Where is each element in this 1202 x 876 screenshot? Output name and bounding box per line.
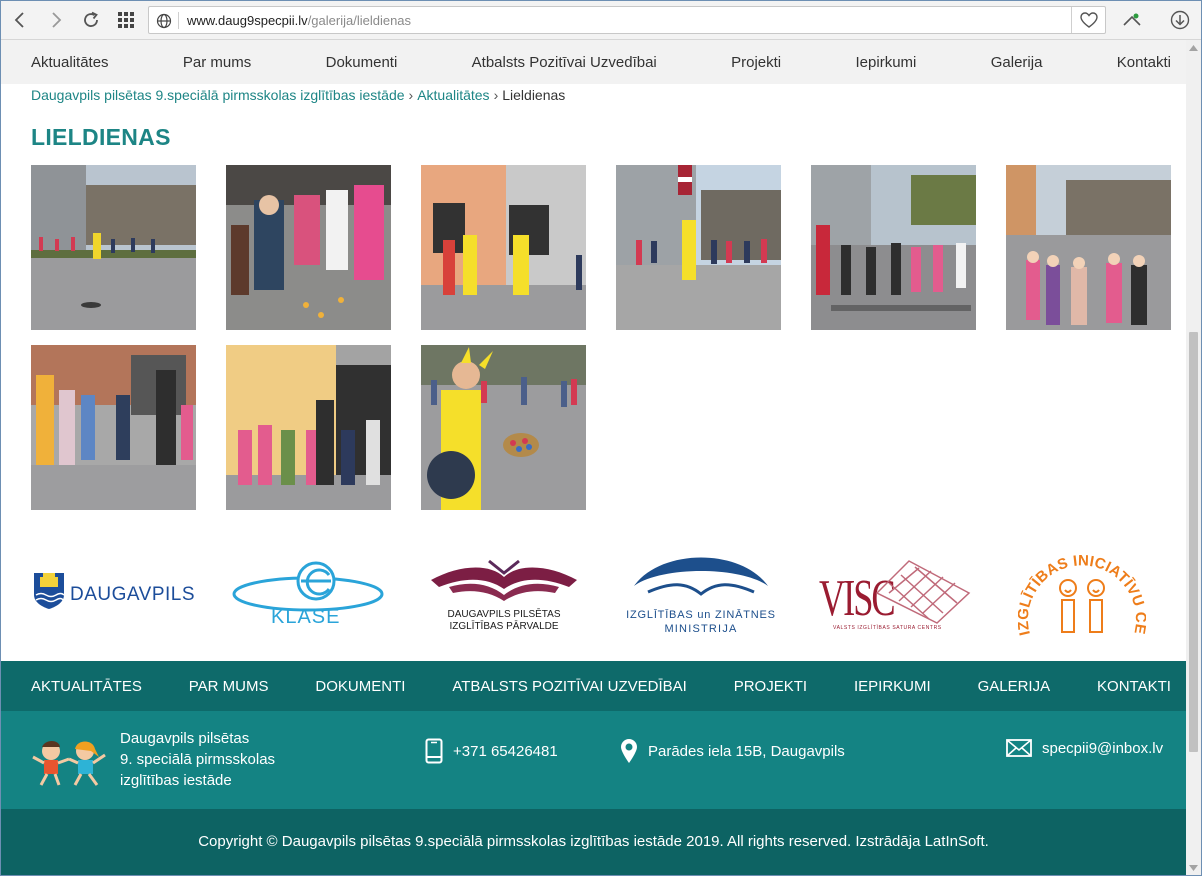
footer-nav-kontakti[interactable]: KONTAKTI bbox=[1097, 678, 1171, 695]
school-name-line: 9. speciālā pirmsskolas bbox=[120, 751, 276, 768]
footer-nav-par-mums[interactable]: PAR MUMS bbox=[189, 678, 269, 695]
breadcrumb-section-link[interactable]: Aktualitātes bbox=[417, 87, 489, 103]
url-path: /galerija/lieldienas bbox=[307, 13, 412, 28]
school-name-line: izglītības iestāde bbox=[120, 772, 232, 789]
gallery-photo-3[interactable] bbox=[421, 165, 586, 330]
footer-nav-atbalsts[interactable]: ATBALSTS POZITĪVAI UZVEDĪBAI bbox=[452, 678, 687, 695]
footer-navigation: AKTUALITĀTES PAR MUMS DOKUMENTI ATBALSTS… bbox=[1, 661, 1186, 711]
download-icon[interactable] bbox=[1166, 6, 1194, 34]
nav-item-kontakti[interactable]: Kontakti bbox=[1117, 54, 1171, 71]
back-arrow-icon[interactable] bbox=[6, 6, 34, 34]
nav-item-iepirkumi[interactable]: Iepirkumi bbox=[856, 54, 917, 71]
breadcrumb-separator: › bbox=[408, 87, 414, 103]
url-host: www.daug9specpii.lv bbox=[187, 13, 308, 28]
nav-item-projekti[interactable]: Projekti bbox=[731, 54, 781, 71]
footer-address[interactable]: Parādes iela 15B, Daugavpils bbox=[620, 738, 845, 764]
footer-nav-galerija[interactable]: GALERIJA bbox=[978, 678, 1051, 695]
vpn-icon[interactable] bbox=[1118, 6, 1146, 34]
speed-dial-grid-icon[interactable] bbox=[112, 6, 140, 34]
footer-nav-dokumenti[interactable]: DOKUMENTI bbox=[315, 678, 405, 695]
gallery-photo-4[interactable] bbox=[616, 165, 781, 330]
nav-item-aktualitates[interactable]: Aktualitātes bbox=[31, 54, 109, 71]
visc-logo[interactable]: VISC VALSTS IZGLĪTĪBAS SATURA CENTRS bbox=[819, 553, 971, 638]
gallery-photo-7[interactable] bbox=[31, 345, 196, 510]
scroll-down-icon[interactable] bbox=[1186, 860, 1201, 875]
footer-info: Daugavpils pilsētas 9. speciālā pirmssko… bbox=[1, 711, 1186, 809]
web-page: Aktualitātes Par mums Dokumenti Atbalsts… bbox=[1, 40, 1186, 875]
map-pin-icon bbox=[621, 739, 637, 763]
scroll-up-icon[interactable] bbox=[1186, 40, 1201, 55]
footer-email[interactable]: specpii9@inbox.lv bbox=[1006, 738, 1163, 758]
email-address: specpii9@inbox.lv bbox=[1042, 739, 1164, 757]
klase-logo[interactable]: KLASE bbox=[231, 557, 386, 632]
breadcrumb-current: Lieldienas bbox=[502, 87, 566, 103]
page-title: LIELDIENAS bbox=[31, 124, 171, 150]
gallery-photo-8[interactable] bbox=[226, 345, 391, 510]
envelope-icon bbox=[1006, 739, 1032, 757]
izglitibas-parvalde-logo[interactable]: DAUGAVPILS PILSĒTAS IZGLĪTĪBAS PĀRVALDE bbox=[429, 555, 579, 640]
heart-icon[interactable] bbox=[1071, 7, 1105, 33]
visc-logo-subtext: VALSTS IZGLĪTĪBAS SATURA CENTRS bbox=[833, 624, 942, 631]
kids-mascot-logo bbox=[31, 739, 107, 792]
footer-nav-iepirkumi[interactable]: IEPIRKUMI bbox=[854, 678, 931, 695]
globe-icon bbox=[156, 13, 172, 29]
breadcrumb: Daugavpils pilsētas 9.speciālā pirmsskol… bbox=[31, 87, 565, 103]
ministrija-logo-line2: MINISTRIJA bbox=[664, 623, 737, 635]
nav-item-galerija[interactable]: Galerija bbox=[991, 54, 1043, 71]
ministrija-logo[interactable]: IZGLĪTĪBAS un ZINĀTNES MINISTRIJA bbox=[626, 548, 776, 643]
gallery-photo-2[interactable] bbox=[226, 165, 391, 330]
breadcrumb-separator: › bbox=[493, 87, 499, 103]
gallery-photo-5[interactable] bbox=[811, 165, 976, 330]
iniciativu-centrs-logo[interactable]: IZGLĪTĪBAS INICIATĪVU CENTRS bbox=[1012, 529, 1148, 662]
daugavpils-logo-text: DAUGAVPILS bbox=[70, 584, 195, 605]
footer-school-name: Daugavpils pilsētas 9. speciālā pirmssko… bbox=[120, 728, 275, 791]
footer-nav-aktualitates[interactable]: AKTUALITĀTES bbox=[31, 678, 142, 695]
phone-number: +371 65426481 bbox=[453, 742, 558, 760]
scrollbar-thumb[interactable] bbox=[1189, 332, 1198, 752]
nav-item-dokumenti[interactable]: Dokumenti bbox=[326, 54, 398, 71]
reload-icon[interactable] bbox=[77, 6, 105, 34]
top-navigation: Aktualitātes Par mums Dokumenti Atbalsts… bbox=[1, 40, 1186, 84]
browser-toolbar: www.daug9specpii.lv/galerija/lieldienas bbox=[0, 0, 1202, 40]
iniciativu-logo-text: IZGLĪTĪBAS INICIATĪVU CENTRS bbox=[1012, 529, 1148, 637]
breadcrumb-home-link[interactable]: Daugavpils pilsētas 9.speciālā pirmsskol… bbox=[31, 87, 405, 103]
address-text: Parādes iela 15B, Daugavpils bbox=[648, 742, 845, 760]
partner-logos: DAUGAVPILS KLASE DAUGAVPILS PILSĒTAS IZG… bbox=[1, 529, 1186, 662]
page-scrollbar[interactable] bbox=[1186, 40, 1201, 875]
gallery-photo-1[interactable] bbox=[31, 165, 196, 330]
school-name-line: Daugavpils pilsētas bbox=[120, 730, 250, 747]
parvalde-logo-line1: DAUGAVPILS PILSĒTAS bbox=[447, 608, 560, 620]
copyright-text: Copyright © Daugavpils pilsētas 9.speciā… bbox=[198, 833, 989, 850]
gallery-photo-6[interactable] bbox=[1006, 165, 1171, 330]
daugavpils-logo[interactable]: DAUGAVPILS bbox=[31, 565, 201, 620]
address-bar[interactable]: www.daug9specpii.lv/galerija/lieldienas bbox=[148, 6, 1106, 34]
klase-logo-text: KLASE bbox=[271, 606, 340, 627]
gallery-photo-9[interactable] bbox=[421, 345, 586, 510]
url-text[interactable]: www.daug9specpii.lv/galerija/lieldienas bbox=[187, 13, 411, 28]
footer-phone[interactable]: +371 65426481 bbox=[425, 738, 558, 764]
ministrija-logo-line1: IZGLĪTĪBAS un ZINĀTNES bbox=[626, 609, 776, 621]
parvalde-logo-line2: IZGLĪTĪBAS PĀRVALDE bbox=[449, 620, 558, 632]
nav-item-atbalsts[interactable]: Atbalsts Pozitīvai Uzvedībai bbox=[472, 54, 657, 71]
visc-logo-text: VISC bbox=[819, 569, 894, 627]
forward-arrow-icon[interactable] bbox=[42, 6, 70, 34]
copyright-bar: Copyright © Daugavpils pilsētas 9.speciā… bbox=[1, 809, 1186, 875]
address-divider bbox=[178, 12, 179, 29]
phone-icon bbox=[425, 738, 443, 764]
svg-text:IZGLĪTĪBAS INICIATĪVU CENTRS: IZGLĪTĪBAS INICIATĪVU CENTRS bbox=[1018, 542, 1146, 637]
footer-nav-projekti[interactable]: PROJEKTI bbox=[734, 678, 807, 695]
nav-item-par-mums[interactable]: Par mums bbox=[183, 54, 251, 71]
